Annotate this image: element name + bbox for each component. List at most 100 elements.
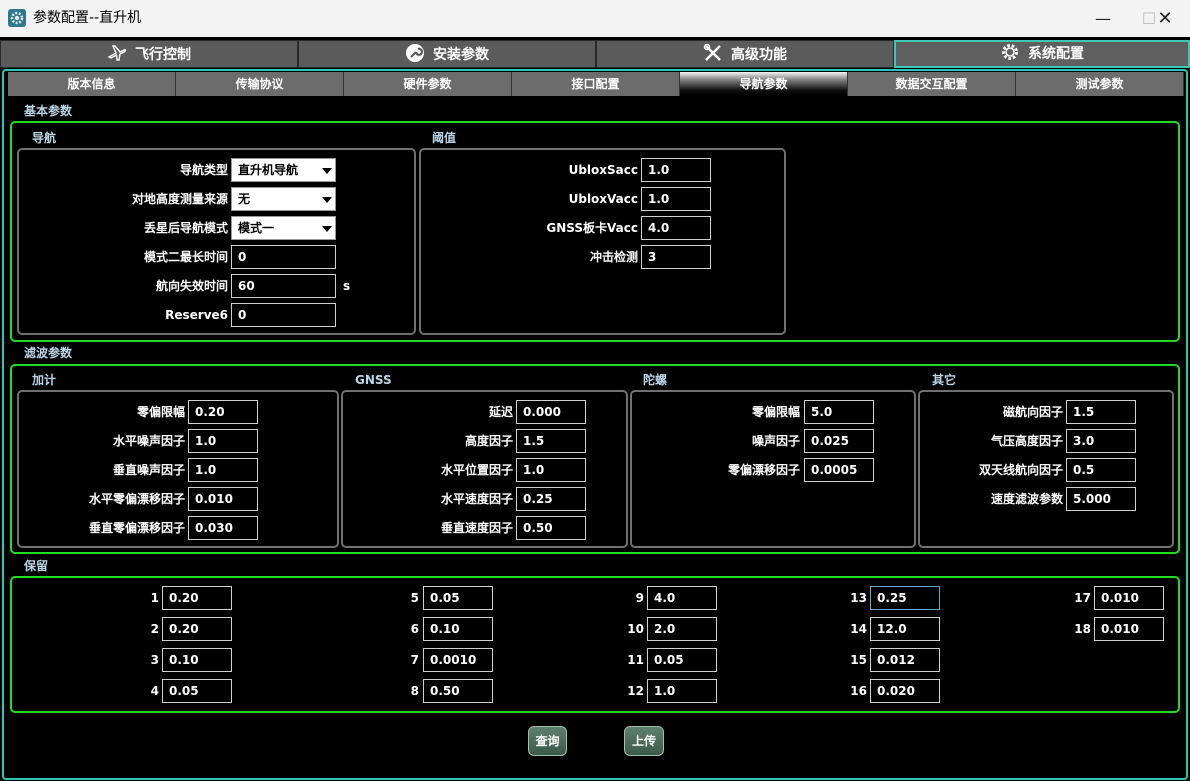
upload-button[interactable]: 上传 — [624, 726, 664, 756]
ublox-vacc-label: UbloxVacc — [568, 192, 638, 206]
loss-mode-select[interactable]: 模式一 — [231, 216, 336, 240]
reserved-index: 3 — [150, 653, 159, 667]
reserved-input[interactable]: 0.012 — [870, 648, 940, 672]
gnss-delay-label: 延迟 — [488, 405, 513, 419]
tab-label: 高级功能 — [731, 47, 787, 63]
reserved-input[interactable]: 0.10 — [162, 648, 232, 672]
wrench-icon — [406, 44, 424, 62]
reserved-input[interactable]: 0.05 — [647, 648, 717, 672]
reserved-input[interactable]: 0.05 — [423, 586, 493, 610]
reserved-input[interactable]: 0.25 — [870, 586, 940, 610]
accel-group-label: 加计 — [32, 373, 57, 387]
tab-label: 系统配置 — [1028, 46, 1084, 62]
gyro-bias-drift-input[interactable]: 0.0005 — [804, 458, 874, 482]
query-button[interactable]: 查询 — [528, 726, 567, 756]
accel-bias-limit-input[interactable]: 0.20 — [188, 400, 258, 424]
other-group-label: 其它 — [932, 373, 957, 387]
gnss-height-input[interactable]: 1.5 — [516, 429, 586, 453]
section-label-filter: 滤波参数 — [24, 346, 73, 360]
reserved-index: 6 — [410, 622, 419, 636]
gnss-v-vel-input[interactable]: 0.50 — [516, 516, 586, 540]
reserved-input[interactable]: 0.020 — [870, 679, 940, 703]
window-title: 参数配置--直升机 — [33, 10, 142, 26]
reserved-input[interactable]: 0.010 — [1094, 617, 1164, 641]
nav-group-label: 导航 — [32, 131, 57, 145]
gyro-bias-limit-input[interactable]: 5.0 — [804, 400, 874, 424]
impact-detect-label: 冲击检测 — [589, 250, 638, 264]
reserved-index: 14 — [850, 622, 867, 636]
reserve6-input[interactable]: 0 — [231, 303, 336, 327]
gnss-group-label: GNSS — [355, 373, 392, 387]
nav-type-select[interactable]: 直升机导航 — [231, 158, 336, 182]
accel-v-bias-drift-input[interactable]: 0.030 — [188, 516, 258, 540]
subtab-version-info[interactable]: 版本信息 — [8, 72, 176, 96]
ublox-sacc-input[interactable]: 1.0 — [641, 158, 711, 182]
reserved-input[interactable]: 0.20 — [162, 617, 232, 641]
accel-h-noise-label: 水平噪声因子 — [112, 434, 185, 448]
tab-label: 飞行控制 — [135, 47, 191, 63]
subtab-hardware-params[interactable]: 硬件参数 — [344, 72, 512, 96]
reserved-input[interactable]: 0.20 — [162, 586, 232, 610]
heading-fail-unit: s — [343, 279, 351, 293]
gnss-delay-input[interactable]: 0.000 — [516, 400, 586, 424]
mag-heading-input[interactable]: 1.5 — [1066, 400, 1136, 424]
tab-label: 安装参数 — [433, 47, 489, 63]
tab-system-config[interactable]: 系统配置 — [894, 40, 1190, 68]
accel-bias-limit-label: 零偏限幅 — [136, 405, 185, 419]
reserved-input[interactable]: 0.05 — [162, 679, 232, 703]
reserved-input[interactable]: 12.0 — [870, 617, 940, 641]
loss-mode-label: 丢星后导航模式 — [143, 221, 228, 235]
reserved-index: 10 — [627, 622, 644, 636]
tab-flight-control[interactable]: 飞行控制 — [0, 40, 298, 68]
reserved-input[interactable]: 2.0 — [647, 617, 717, 641]
tools-icon — [703, 43, 721, 61]
gnss-h-pos-label: 水平位置因子 — [440, 463, 513, 477]
gnss-h-vel-input[interactable]: 0.25 — [516, 487, 586, 511]
alt-source-value: 无 — [238, 192, 251, 206]
reserved-input[interactable]: 1.0 — [647, 679, 717, 703]
mode2-time-input[interactable]: 0 — [231, 245, 336, 269]
subtab-transport-protocol[interactable]: 传输协议 — [176, 72, 344, 96]
accel-v-noise-input[interactable]: 1.0 — [188, 458, 258, 482]
nav-type-value: 直升机导航 — [238, 163, 299, 177]
close-button[interactable]: ✕ — [1142, 0, 1188, 37]
gnss-h-vel-label: 水平速度因子 — [440, 492, 513, 506]
mag-heading-label: 磁航向因子 — [1002, 405, 1063, 419]
reserved-input[interactable]: 0.010 — [1094, 586, 1164, 610]
accel-h-noise-input[interactable]: 1.0 — [188, 429, 258, 453]
chevron-down-icon — [322, 197, 332, 203]
subtab-test-params[interactable]: 测试参数 — [1016, 72, 1184, 96]
speed-filter-input[interactable]: 5.000 — [1066, 487, 1136, 511]
tab-install-params[interactable]: 安装参数 — [298, 40, 596, 68]
subtab-interface-config[interactable]: 接口配置 — [512, 72, 680, 96]
dual-antenna-label: 双天线航向因子 — [978, 463, 1063, 477]
gyro-bias-drift-label: 零偏漂移因子 — [727, 463, 800, 477]
gyro-noise-input[interactable]: 0.025 — [804, 429, 874, 453]
reserved-index: 17 — [1074, 591, 1091, 605]
minimize-button[interactable]: — — [1080, 0, 1126, 37]
dual-antenna-input[interactable]: 0.5 — [1066, 458, 1136, 482]
subtab-navigation-params[interactable]: 导航参数 — [680, 72, 848, 96]
heading-fail-label: 航向失效时间 — [155, 279, 228, 293]
chevron-down-icon — [322, 168, 332, 174]
baro-height-input[interactable]: 3.0 — [1066, 429, 1136, 453]
reserved-index: 18 — [1074, 622, 1091, 636]
alt-source-select[interactable]: 无 — [231, 187, 336, 211]
subtab-data-exchange-config[interactable]: 数据交互配置 — [848, 72, 1016, 96]
ublox-vacc-input[interactable]: 1.0 — [641, 187, 711, 211]
reserved-index: 12 — [627, 684, 644, 698]
threshold-group-label: 阈值 — [432, 131, 457, 145]
reserved-input[interactable]: 0.50 — [423, 679, 493, 703]
gnss-h-pos-input[interactable]: 1.0 — [516, 458, 586, 482]
baro-height-label: 气压高度因子 — [990, 434, 1063, 448]
accel-v-noise-label: 垂直噪声因子 — [112, 463, 185, 477]
reserved-input[interactable]: 0.0010 — [423, 648, 493, 672]
reserved-input[interactable]: 0.10 — [423, 617, 493, 641]
reserved-input[interactable]: 4.0 — [647, 586, 717, 610]
gnss-vacc-input[interactable]: 4.0 — [641, 216, 711, 240]
impact-detect-input[interactable]: 3 — [641, 245, 711, 269]
gear-icon — [1002, 44, 1018, 60]
heading-fail-input[interactable]: 60 — [231, 274, 336, 298]
accel-h-bias-drift-input[interactable]: 0.010 — [188, 487, 258, 511]
tab-advanced[interactable]: 高级功能 — [596, 40, 894, 68]
